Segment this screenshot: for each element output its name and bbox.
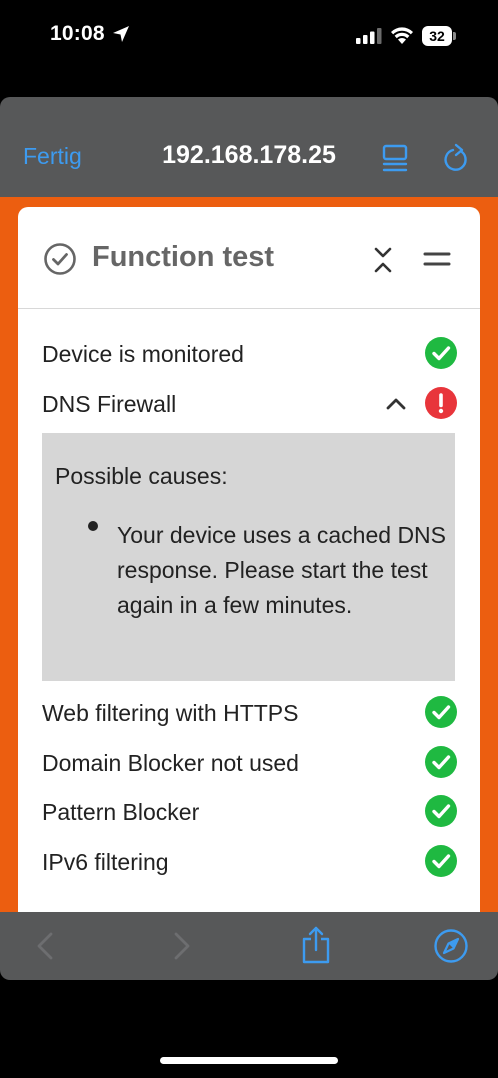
details-heading: Possible causes:: [55, 463, 228, 489]
test-row-dns-firewall[interactable]: DNS Firewall: [42, 383, 457, 423]
forward-icon[interactable]: [171, 931, 193, 961]
battery-level: 32: [422, 26, 452, 46]
location-arrow-icon: [113, 26, 129, 42]
web-page: Function test Device is monitored DNS Fi…: [0, 197, 498, 912]
compass-icon[interactable]: [433, 928, 469, 964]
back-icon[interactable]: [34, 931, 56, 961]
collapse-icon[interactable]: [373, 245, 393, 275]
cause-text: Your device uses a cached DNS response. …: [117, 522, 447, 618]
reader-view-icon[interactable]: [381, 144, 409, 172]
test-label: Pattern Blocker: [42, 799, 200, 825]
status-time: 10:08: [50, 22, 105, 45]
test-row-domain-blocker: Domain Blocker not used: [42, 742, 457, 782]
bullet: [88, 521, 98, 531]
check-icon: [425, 746, 457, 778]
dns-firewall-details: Possible causes: Your device uses a cach…: [42, 433, 455, 681]
test-row-web-filtering: Web filtering with HTTPS: [42, 692, 457, 732]
card-header: Function test: [18, 207, 480, 309]
check-icon: [425, 696, 457, 728]
test-row-ipv6-filtering: IPv6 filtering: [42, 841, 457, 881]
wifi-icon: [391, 27, 413, 44]
reload-icon[interactable]: [442, 143, 470, 173]
battery-cap: [453, 32, 456, 40]
chevron-up-icon[interactable]: [385, 395, 407, 411]
home-indicator[interactable]: [160, 1057, 338, 1064]
address-label: 192.168.178.25: [162, 141, 336, 169]
check-icon: [425, 845, 457, 877]
test-label: Web filtering with HTTPS: [42, 700, 299, 726]
test-row-pattern-blocker: Pattern Blocker: [42, 791, 457, 831]
test-label: DNS Firewall: [42, 391, 177, 417]
status-bar: 10:08 32: [0, 0, 498, 72]
check-circle-icon: [44, 243, 76, 275]
cellular-signal-icon: [356, 28, 382, 44]
check-icon: [425, 795, 457, 827]
browser-toolbar: [0, 912, 498, 980]
check-icon: [425, 337, 457, 369]
menu-icon[interactable]: [423, 251, 451, 267]
function-test-card: Function test Device is monitored DNS Fi…: [18, 207, 480, 912]
browser-top-bar: Fertig 192.168.178.25: [0, 97, 498, 197]
test-label: IPv6 filtering: [42, 849, 169, 875]
test-label: Device is monitored: [42, 341, 244, 367]
card-title: Function test: [92, 241, 275, 273]
share-icon[interactable]: [300, 925, 332, 965]
battery-indicator: 32: [422, 26, 456, 46]
test-row-device-monitored: Device is monitored: [42, 333, 457, 373]
test-label: Domain Blocker not used: [42, 750, 299, 776]
exclamation-icon: [425, 387, 457, 419]
